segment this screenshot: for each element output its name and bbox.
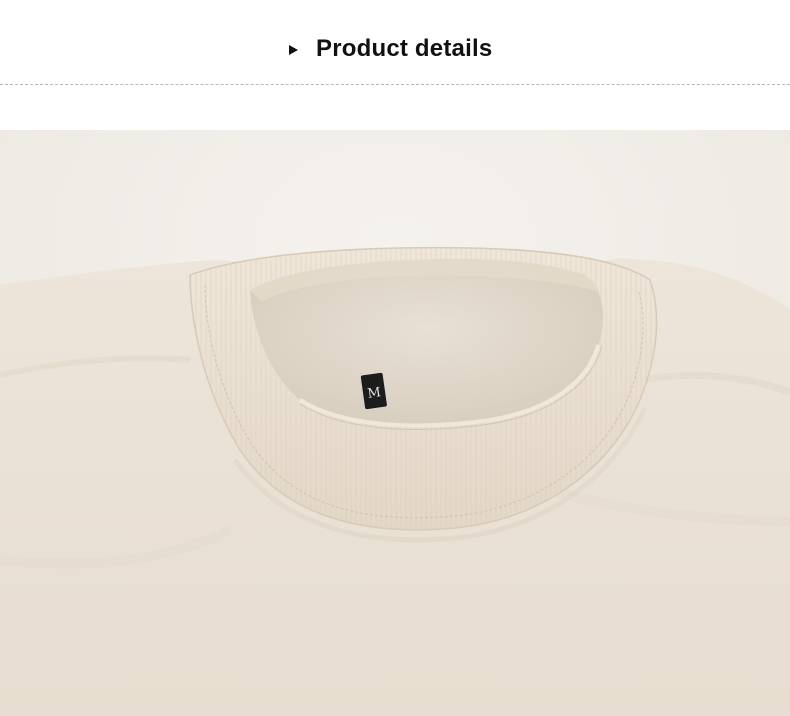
section-title-text: Product details <box>316 35 493 62</box>
size-label-text: M <box>367 385 382 402</box>
triangle-right-icon <box>289 44 298 55</box>
dashed-divider <box>0 84 790 85</box>
section-header: Product details <box>0 0 790 84</box>
section-title: Product details <box>289 34 492 64</box>
size-label: M <box>360 372 387 410</box>
product-photo: M <box>0 130 790 716</box>
sweatshirt-neck-closeup: M <box>0 130 790 716</box>
product-details-page: Product details M <box>0 0 790 716</box>
